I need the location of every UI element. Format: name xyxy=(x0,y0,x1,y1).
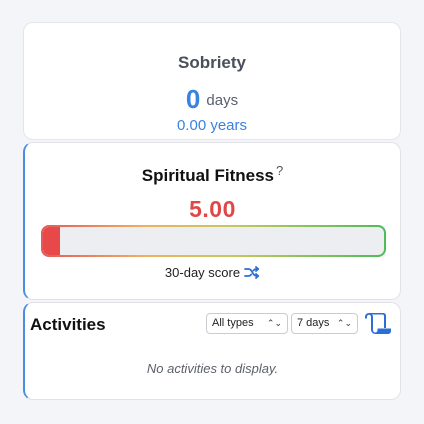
sobriety-days-unit: days xyxy=(206,92,239,109)
activity-type-select[interactable]: All types ⌃⌄ xyxy=(206,313,288,334)
spiritual-fitness-heading: Spiritual Fitness? xyxy=(25,163,400,186)
spiritual-fitness-card: Spiritual Fitness? 5.00 30-day score xyxy=(23,142,401,300)
shuffle-icon[interactable] xyxy=(244,266,260,283)
fitness-progress-fill xyxy=(43,227,61,255)
chevron-updown-icon: ⌃⌄ xyxy=(266,318,282,328)
chevron-updown-icon: ⌃⌄ xyxy=(336,318,352,328)
sobriety-days-value: 0 xyxy=(185,84,201,114)
sobriety-days: 0 days xyxy=(24,84,400,115)
spiritual-fitness-score: 5.00 xyxy=(189,196,236,222)
activities-empty-message: No activities to display. xyxy=(146,361,279,376)
activities-card: Activities All types ⌃⌄ 7 days ⌃⌄ No act… xyxy=(23,302,401,400)
spiritual-fitness-title: Spiritual Fitness xyxy=(141,166,274,185)
activity-range-select-value: 7 days xyxy=(297,317,330,329)
fitness-progress-bar xyxy=(41,225,386,257)
help-icon[interactable]: ? xyxy=(276,163,283,178)
sobriety-card: Sobriety 0 days 0.00 years xyxy=(23,22,401,140)
fitness-score-caption-text: 30-day score xyxy=(164,265,241,280)
fitness-progress-track xyxy=(43,227,384,255)
activities-title: Activities xyxy=(30,315,106,334)
sobriety-title: Sobriety xyxy=(177,53,247,72)
activity-type-select-value: All types xyxy=(212,317,254,329)
fitness-score-caption: 30-day score xyxy=(25,265,400,283)
activity-range-select[interactable]: 7 days ⌃⌄ xyxy=(291,313,358,334)
scroll-icon[interactable] xyxy=(365,311,393,340)
sobriety-years: 0.00 years xyxy=(176,117,248,134)
